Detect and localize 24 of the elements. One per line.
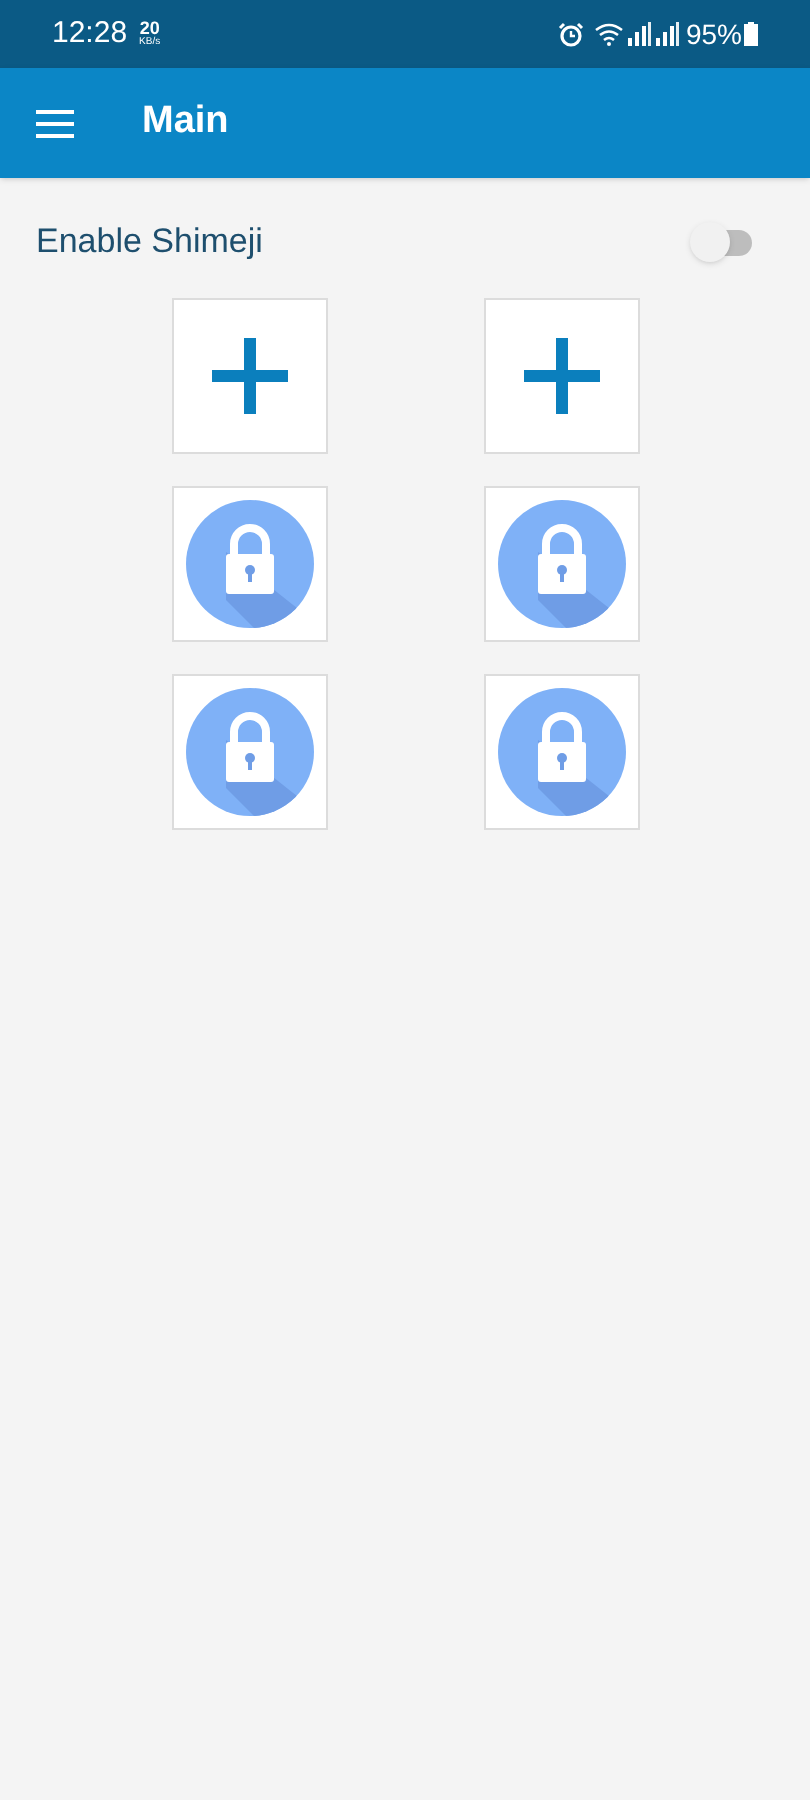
locked-slot-button[interactable] bbox=[483, 674, 639, 830]
signal-icon bbox=[655, 22, 680, 46]
status-time: 12:28 bbox=[52, 13, 128, 54]
plus-icon bbox=[211, 338, 287, 414]
screen-title: Main bbox=[142, 98, 229, 147]
locked-slot-button[interactable] bbox=[171, 486, 327, 642]
add-slot-button[interactable] bbox=[171, 298, 327, 454]
toggle-switch[interactable] bbox=[690, 222, 754, 262]
wifi-icon bbox=[593, 22, 624, 46]
network-speed: 20 bbox=[139, 20, 160, 38]
plus-icon bbox=[523, 338, 599, 414]
padlock-icon bbox=[185, 688, 313, 816]
battery-percent: 95% bbox=[685, 15, 742, 53]
padlock-icon bbox=[497, 500, 625, 628]
locked-slot-button[interactable] bbox=[171, 674, 327, 830]
locked-slot-button[interactable] bbox=[483, 486, 639, 642]
menu-icon[interactable] bbox=[36, 109, 74, 137]
add-slot-button[interactable] bbox=[483, 298, 639, 454]
setting-label: Enable Shimeji bbox=[36, 220, 263, 265]
battery-icon bbox=[744, 22, 758, 46]
alarm-icon bbox=[557, 21, 584, 47]
padlock-icon bbox=[497, 688, 625, 816]
padlock-icon bbox=[185, 500, 313, 628]
signal-icon bbox=[627, 22, 652, 46]
